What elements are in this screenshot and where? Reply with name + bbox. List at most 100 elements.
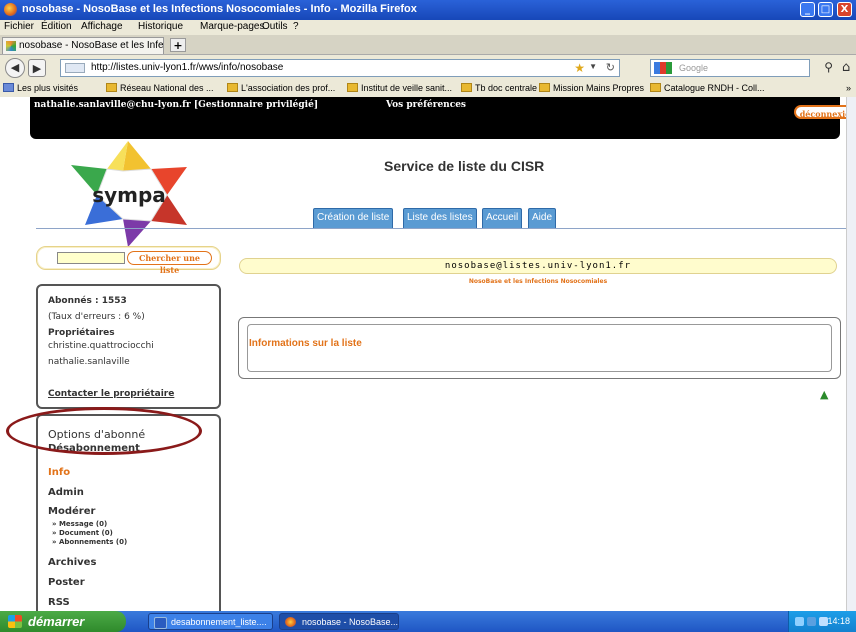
new-tab-button[interactable]: + bbox=[170, 38, 186, 52]
list-search-input[interactable] bbox=[57, 252, 125, 264]
tab-help[interactable]: Aide bbox=[528, 208, 557, 228]
bookmarks-overflow[interactable]: » bbox=[846, 83, 851, 93]
site-identity-icon[interactable] bbox=[65, 63, 85, 73]
archives-link[interactable]: Archives bbox=[48, 557, 96, 568]
page-scrollbar[interactable] bbox=[846, 97, 856, 611]
subscriber-count: Abonnés : 1553 bbox=[48, 296, 127, 306]
start-button[interactable]: démarrer bbox=[0, 611, 126, 632]
info-panel-title: Informations sur la liste bbox=[249, 338, 362, 349]
owners-label: Propriétaires bbox=[48, 328, 115, 338]
moderate-subscriptions-link[interactable]: » Abonnements (0) bbox=[52, 538, 127, 546]
folder-icon bbox=[650, 83, 661, 92]
folder-icon bbox=[347, 83, 358, 92]
window-title: nosobase - NosoBase et les Infections No… bbox=[22, 3, 417, 15]
owner-item: nathalie.sanlaville bbox=[48, 357, 130, 367]
close-button[interactable]: X bbox=[837, 2, 852, 17]
bookmark-item[interactable]: Réseau National des ... bbox=[106, 83, 214, 93]
moderate-documents-link[interactable]: » Document (0) bbox=[52, 529, 113, 537]
menu-file[interactable]: Fichier bbox=[4, 21, 34, 32]
rss-link[interactable]: RSS bbox=[48, 597, 70, 608]
menu-bookmarks[interactable]: Marque-pages bbox=[200, 21, 264, 32]
list-search-box: Chercher une liste bbox=[36, 246, 221, 275]
menu-bar: Fichier Édition Affichage Historique Mar… bbox=[0, 20, 856, 35]
minimize-button[interactable]: _ bbox=[800, 2, 815, 17]
folder-icon bbox=[227, 83, 238, 92]
bookmarks-toolbar: Les plus visités Réseau National des ...… bbox=[0, 81, 856, 98]
search-list-button[interactable]: Chercher une liste bbox=[127, 251, 212, 275]
taskbar-item-firefox[interactable]: nosobase - NosoBase... bbox=[279, 613, 399, 630]
logo-text: sympa bbox=[92, 183, 166, 207]
windows-taskbar: démarrer desabonnement_liste.... nosobas… bbox=[0, 611, 856, 632]
list-info-box: Abonnés : 1553 (Taux d'erreurs : 6 %) Pr… bbox=[36, 284, 221, 409]
back-button[interactable]: ◀ bbox=[5, 58, 25, 78]
sympa-favicon-icon bbox=[6, 41, 16, 51]
clock: 14:18 bbox=[827, 616, 850, 626]
admin-link[interactable]: Admin bbox=[48, 487, 84, 498]
bookmark-item[interactable]: Mission Mains Propres bbox=[539, 83, 644, 93]
window-title-bar[interactable]: nosobase - NosoBase et les Infections No… bbox=[0, 0, 856, 20]
maximize-button[interactable]: □ bbox=[818, 2, 833, 17]
firefox-taskbar-icon bbox=[285, 617, 296, 627]
firefox-icon bbox=[4, 3, 17, 16]
back-to-top-icon[interactable]: ▲ bbox=[820, 389, 830, 400]
navigation-bar: ◀ ▶ http://listes.univ-lyon1.fr/wws/info… bbox=[0, 55, 856, 81]
logout-button[interactable]: déconnexion bbox=[794, 105, 846, 119]
bookmark-item[interactable]: L'association des prof... bbox=[227, 83, 335, 93]
menu-tools[interactable]: Outils bbox=[262, 21, 288, 32]
tab-home[interactable]: Accueil bbox=[482, 208, 523, 228]
user-bar: nathalie.sanlaville@chu-lyon.fr [Gestion… bbox=[30, 97, 846, 139]
search-bar[interactable]: Google ⚲ bbox=[650, 59, 833, 77]
tab-create-list[interactable]: Création de liste bbox=[313, 208, 394, 228]
folder-icon bbox=[539, 83, 550, 92]
url-text: http://listes.univ-lyon1.fr/wws/info/nos… bbox=[91, 62, 284, 73]
menu-help[interactable]: ? bbox=[293, 21, 299, 32]
list-subtitle: NosoBase et les Infections Nosocomiales bbox=[468, 278, 608, 285]
bookmark-item[interactable]: Catalogue RNDH - Coll... bbox=[650, 83, 765, 93]
forward-button[interactable]: ▶ bbox=[28, 59, 46, 77]
user-email: nathalie.sanlaville@chu-lyon.fr [Gestion… bbox=[34, 100, 319, 110]
menu-history[interactable]: Historique bbox=[138, 21, 183, 32]
moderate-messages-link[interactable]: » Message (0) bbox=[52, 520, 107, 528]
search-icon[interactable]: ⚲ bbox=[824, 60, 833, 74]
menu-edit[interactable]: Édition bbox=[41, 21, 72, 32]
google-engine-icon[interactable] bbox=[654, 62, 672, 74]
info-panel: Informations sur la liste bbox=[238, 317, 841, 379]
bookmark-item[interactable]: Tb doc centrale bbox=[461, 83, 537, 93]
network-icon[interactable] bbox=[795, 617, 804, 626]
tray-icon[interactable] bbox=[807, 617, 816, 626]
owner-item: christine.quattrociocchi bbox=[48, 341, 154, 351]
page-content: nathalie.sanlaville@chu-lyon.fr [Gestion… bbox=[0, 97, 846, 611]
folder-icon bbox=[106, 83, 117, 92]
folder-icon bbox=[461, 83, 472, 92]
smart-folder-icon bbox=[3, 83, 14, 92]
bookmark-item[interactable]: Institut de veille sanit... bbox=[347, 83, 452, 93]
search-placeholder: Google bbox=[679, 63, 709, 73]
system-tray: 14:18 bbox=[788, 611, 856, 632]
url-bar[interactable]: http://listes.univ-lyon1.fr/wws/info/nos… bbox=[60, 59, 620, 77]
info-link[interactable]: Info bbox=[48, 467, 70, 478]
tab-strip: nosobase - NosoBase et les Infections No… bbox=[0, 35, 856, 55]
home-icon[interactable]: ⌂ bbox=[842, 60, 850, 75]
reload-icon[interactable]: ↻ bbox=[606, 61, 615, 74]
header-divider bbox=[36, 228, 846, 229]
page-title: Service de liste du CISR bbox=[384, 158, 545, 174]
post-link[interactable]: Poster bbox=[48, 577, 85, 588]
bookmark-item[interactable]: Les plus visités bbox=[3, 83, 78, 93]
moderate-link[interactable]: Modérer bbox=[48, 506, 95, 517]
start-label: démarrer bbox=[28, 614, 85, 629]
annotation-oval bbox=[6, 407, 202, 455]
taskbar-item-word[interactable]: desabonnement_liste.... bbox=[148, 613, 273, 630]
list-address-bar: nosobase@listes.univ-lyon1.fr bbox=[239, 258, 837, 274]
contact-owner-link[interactable]: Contacter le propriétaire bbox=[48, 389, 174, 399]
error-rate: (Taux d'erreurs : 6 %) bbox=[48, 312, 145, 322]
url-dropdown-icon[interactable]: ▼ bbox=[589, 62, 597, 71]
sympa-logo[interactable]: sympa bbox=[63, 139, 193, 249]
menu-view[interactable]: Affichage bbox=[81, 21, 123, 32]
tab-list-of-lists[interactable]: Liste des listes bbox=[403, 208, 477, 228]
word-icon bbox=[154, 617, 167, 629]
browser-tab[interactable]: nosobase - NosoBase et les Infections No… bbox=[2, 37, 164, 54]
browser-tab-label: nosobase - NosoBase et les Infections No… bbox=[19, 40, 164, 51]
bookmark-star-icon[interactable]: ★ bbox=[574, 61, 585, 75]
windows-flag-icon bbox=[8, 615, 22, 628]
preferences-link[interactable]: Vos préférences bbox=[386, 100, 466, 110]
